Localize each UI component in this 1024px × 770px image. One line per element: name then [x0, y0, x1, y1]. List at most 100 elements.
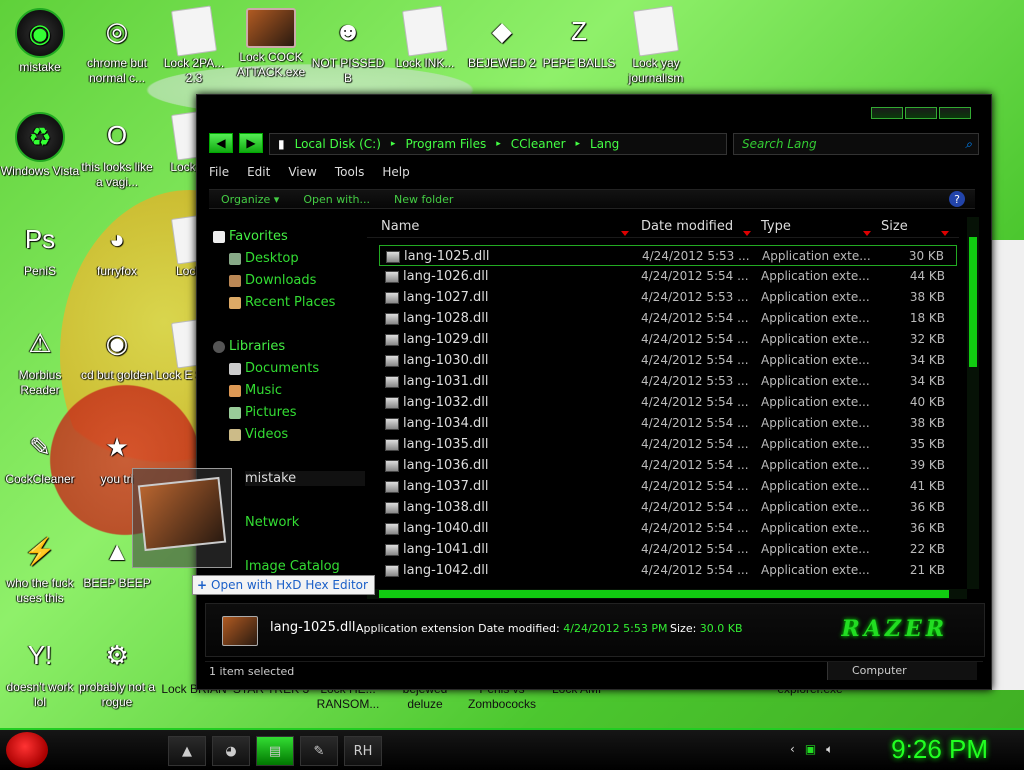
file-row[interactable]: lang-1042.dll 4/24/2012 5:54 ... Applicati… [379, 560, 957, 581]
taskbar-button-resource-hacker[interactable]: RH [344, 736, 382, 766]
breadcrumb-item-program-files[interactable]: Program Files [405, 137, 486, 151]
minimize-button[interactable] [871, 107, 903, 119]
breadcrumb-item-drive[interactable]: Local Disk (C:) [295, 137, 381, 151]
desktop-icon[interactable]: ◕ furryfox [77, 212, 157, 279]
nav-item-network[interactable]: Network [245, 515, 299, 530]
desktop-icon[interactable]: ♻ Windows Vista [0, 108, 80, 179]
taskbar-button-vlc[interactable]: ▲ [168, 736, 206, 766]
nav-item-pictures[interactable]: Pictures [229, 405, 296, 420]
dll-file-icon [385, 565, 399, 577]
volume-icon[interactable]: 🔈︎ [826, 742, 833, 757]
desktop-icon[interactable]: ✎ CockCleaner [0, 420, 80, 487]
file-size: 36 KB [909, 500, 945, 514]
desktop-icon[interactable]: ◉ cd but golden [77, 316, 157, 383]
clock[interactable]: 9:26 PM [891, 734, 988, 765]
search-input[interactable]: Search Lang ⌕ [733, 133, 979, 155]
desktop-icon[interactable]: Y! doesn't work lol [0, 628, 80, 710]
menu-tools[interactable]: Tools [335, 165, 365, 179]
new-folder-button[interactable]: New folder [394, 193, 453, 206]
nav-item-image-catalog[interactable]: Image Catalog [245, 559, 340, 574]
nav-item-videos[interactable]: Videos [229, 427, 288, 442]
desktop-icon[interactable]: Lock INK... [385, 4, 465, 71]
taskbar-button-explorer[interactable]: ▤ [256, 736, 294, 766]
back-button[interactable]: ◀ [209, 133, 233, 153]
file-row[interactable]: lang-1025.dll 4/24/2012 5:53 ... Applicati… [379, 245, 957, 266]
explorer-window[interactable]: ◀ ▶ ▮ Local Disk (C:) ▸ Program Files ▸ … [196, 94, 992, 690]
menu-file[interactable]: File [209, 165, 229, 179]
forward-button[interactable]: ▶ [239, 133, 263, 153]
nav-item-downloads[interactable]: Downloads [229, 273, 316, 288]
file-row[interactable]: lang-1026.dll 4/24/2012 5:54 ... Applicati… [379, 266, 957, 287]
column-date-modified[interactable]: Date modified [641, 219, 733, 234]
nav-label: Favorites [229, 229, 288, 244]
close-button[interactable] [939, 107, 971, 119]
file-type: Application exte... [761, 521, 870, 535]
scroll-thumb[interactable] [379, 590, 949, 598]
horizontal-scrollbar[interactable] [367, 589, 967, 599]
desktop-icon-image: Ps [24, 223, 56, 254]
file-row[interactable]: lang-1041.dll 4/24/2012 5:54 ... Applicati… [379, 539, 957, 560]
scroll-thumb[interactable] [969, 237, 977, 367]
nav-item-user[interactable]: mistake [245, 471, 365, 486]
menu-help[interactable]: Help [382, 165, 409, 179]
nav-item-recent-places[interactable]: Recent Places [229, 295, 335, 310]
taskbar-button-firefox[interactable]: ◕ [212, 736, 250, 766]
file-name: lang-1029.dll [403, 332, 489, 347]
file-date: 4/24/2012 5:54 ... [641, 500, 749, 514]
organize-button[interactable]: Organize ▾ [221, 193, 279, 206]
desktop-icon[interactable]: Z PEPE BALLS [539, 4, 619, 71]
file-row[interactable]: lang-1040.dll 4/24/2012 5:54 ... Applicati… [379, 518, 957, 539]
column-size[interactable]: Size [881, 219, 908, 234]
file-row[interactable]: lang-1034.dll 4/24/2012 5:54 ... Applicati… [379, 413, 957, 434]
column-label: Type [761, 219, 791, 234]
vertical-scrollbar[interactable] [967, 217, 979, 589]
nav-label: Image Catalog [245, 559, 340, 574]
desktop-icon-image: ☻ [334, 15, 362, 46]
menu-view[interactable]: View [288, 165, 316, 179]
desktop-icon[interactable]: Lock 2PA... 2.3 [154, 4, 234, 86]
desktop-icon[interactable]: ⚡ who the fuck uses this [0, 524, 80, 606]
search-icon[interactable]: ⌕ [965, 137, 972, 152]
desktop-icon-image [246, 8, 296, 48]
help-icon[interactable]: ? [949, 191, 965, 207]
desktop-icon[interactable]: ⚙ probably not a rogue [77, 628, 157, 710]
column-name[interactable]: Name [381, 219, 419, 234]
file-row[interactable]: lang-1037.dll 4/24/2012 5:54 ... Applicati… [379, 476, 957, 497]
file-row[interactable]: lang-1027.dll 4/24/2012 5:53 ... Applicati… [379, 287, 957, 308]
file-row[interactable]: lang-1038.dll 4/24/2012 5:54 ... Applicati… [379, 497, 957, 518]
file-row[interactable]: lang-1030.dll 4/24/2012 5:54 ... Applicati… [379, 350, 957, 371]
breadcrumb-item-ccleaner[interactable]: CCleaner [511, 137, 566, 151]
desktop-icon[interactable]: ⚠ Morbius Reader [0, 316, 80, 398]
nav-item-desktop[interactable]: Desktop [229, 251, 299, 266]
desktop-icon[interactable]: ◎ chrome but normal c... [77, 4, 157, 86]
menu-edit[interactable]: Edit [247, 165, 270, 179]
file-row[interactable]: lang-1029.dll 4/24/2012 5:54 ... Applicati… [379, 329, 957, 350]
nav-label: Music [245, 383, 282, 398]
file-row[interactable]: lang-1028.dll 4/24/2012 5:54 ... Applicati… [379, 308, 957, 329]
tray-arrow-icon[interactable]: ‹ [790, 742, 795, 757]
breadcrumb-item-lang[interactable]: Lang [590, 137, 619, 151]
desktop-icon[interactable]: Lock yay journalism [616, 4, 696, 86]
start-button[interactable] [6, 732, 48, 768]
column-type[interactable]: Type [761, 219, 791, 234]
breadcrumb[interactable]: ▮ Local Disk (C:) ▸ Program Files ▸ CCle… [269, 133, 727, 155]
desktop-icon[interactable]: ◉ mistake [0, 4, 80, 75]
desktop-icon[interactable]: Othis looks like a vagi... [77, 108, 157, 190]
file-row[interactable]: lang-1035.dll 4/24/2012 5:54 ... Applicati… [379, 434, 957, 455]
taskbar-button-ccleaner[interactable]: ✎ [300, 736, 338, 766]
file-size: 22 KB [909, 542, 945, 556]
file-row[interactable]: lang-1036.dll 4/24/2012 5:54 ... Applicati… [379, 455, 957, 476]
desktop-icon[interactable]: Ps PeniS [0, 212, 80, 279]
nav-item-music[interactable]: Music [229, 383, 282, 398]
nav-favorites[interactable]: Favorites [213, 229, 288, 244]
desktop-icon[interactable]: ☻ NOT PISSED B [308, 4, 388, 86]
open-with-button[interactable]: Open with... [303, 193, 370, 206]
nav-item-documents[interactable]: Documents [229, 361, 319, 376]
desktop-icon[interactable]: Lock COCK ATTACK.exe [231, 4, 311, 80]
nav-libraries[interactable]: Libraries [213, 339, 285, 354]
file-row[interactable]: lang-1032.dll 4/24/2012 5:54 ... Applicati… [379, 392, 957, 413]
maximize-button[interactable] [905, 107, 937, 119]
file-row[interactable]: lang-1031.dll 4/24/2012 5:53 ... Applicati… [379, 371, 957, 392]
network-icon[interactable]: ▣ [805, 742, 816, 757]
desktop-icon[interactable]: ◆ BEJEWED 2 [462, 4, 542, 71]
